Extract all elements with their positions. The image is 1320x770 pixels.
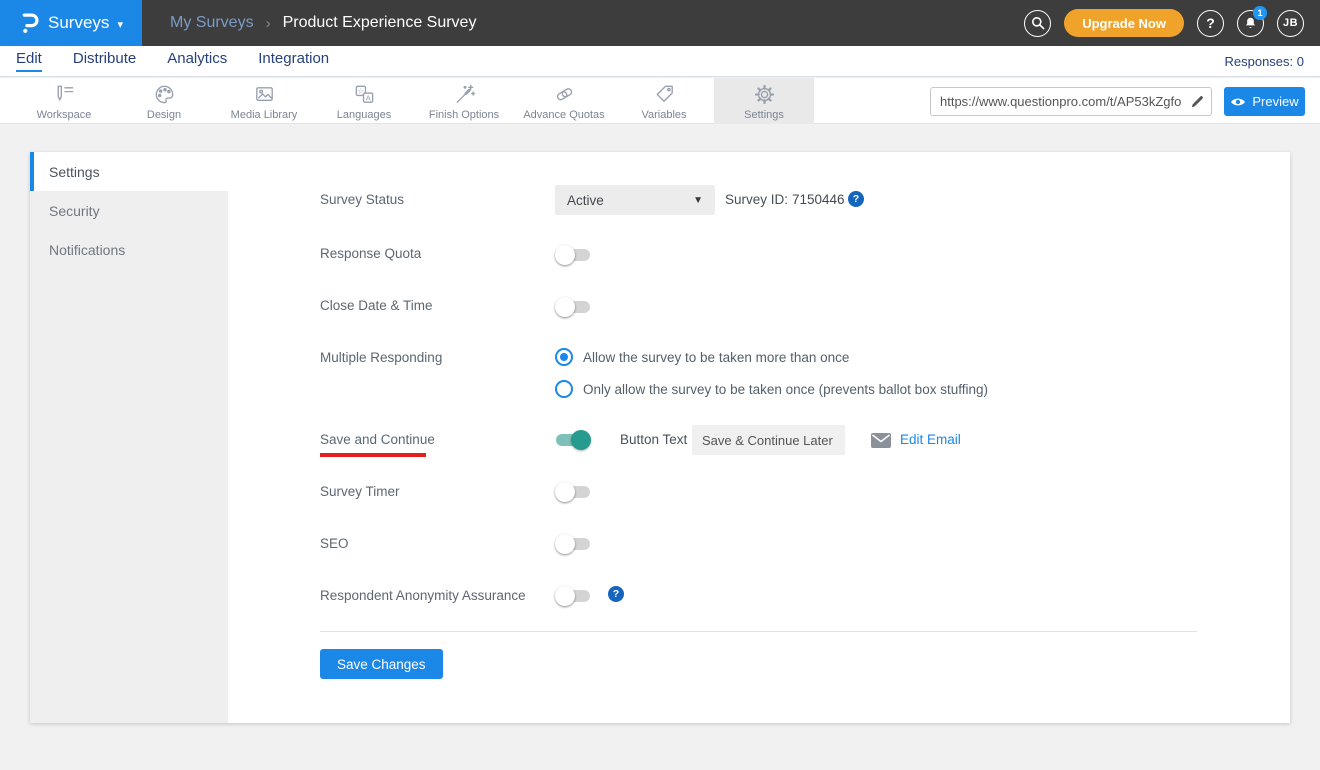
chevron-down-icon: ▼ — [693, 195, 703, 206]
survey-status-dropdown[interactable]: Active ▼ — [555, 185, 715, 215]
toolbar-items: Workspace Design — [14, 78, 814, 124]
button-text-label: Button Text — [620, 432, 687, 447]
user-avatar[interactable]: JB — [1277, 10, 1304, 37]
edit-toolbar: Workspace Design — [0, 78, 1320, 124]
save-continue-toggle[interactable] — [555, 430, 591, 450]
close-date-toggle[interactable] — [555, 297, 591, 317]
anonymity-help-icon[interactable]: ? — [608, 586, 624, 602]
help-button[interactable]: ? — [1197, 10, 1224, 37]
settings-gear-icon — [752, 82, 777, 107]
response-quota-toggle[interactable] — [555, 245, 591, 265]
workspace-icon — [52, 82, 77, 107]
product-switcher[interactable]: Surveys ▾ — [0, 0, 142, 46]
main-nav: Edit Distribute Analytics Integration Re… — [0, 46, 1320, 77]
email-envelope-icon — [871, 433, 891, 453]
toolbar-item-advance-quotas[interactable]: Advance Quotas — [514, 78, 614, 124]
breadcrumb: My Surveys › Product Experience Survey — [170, 14, 476, 32]
variables-tag-icon — [652, 82, 677, 107]
advance-quotas-chain-icon — [552, 82, 577, 107]
response-quota-label: Response Quota — [320, 246, 421, 261]
tab-integration[interactable]: Integration — [258, 50, 329, 72]
toolbar-item-languages[interactable]: ☆ A Languages — [314, 78, 414, 124]
design-palette-icon — [152, 82, 177, 107]
survey-id-help-icon[interactable]: ? — [848, 191, 864, 207]
anonymity-toggle[interactable] — [555, 586, 591, 606]
finish-options-wand-icon — [452, 82, 477, 107]
survey-timer-toggle[interactable] — [555, 482, 591, 502]
breadcrumb-separator: › — [266, 15, 271, 32]
notification-badge: 1 — [1253, 6, 1267, 20]
toolbar-item-media-library[interactable]: Media Library — [214, 78, 314, 124]
edit-email-link[interactable]: Edit Email — [900, 432, 961, 447]
toolbar-item-design[interactable]: Design — [114, 78, 214, 124]
radio-once-only[interactable] — [555, 380, 573, 398]
radio-once-only-label: Only allow the survey to be taken once (… — [583, 382, 988, 397]
breadcrumb-my-surveys[interactable]: My Surveys — [170, 14, 254, 32]
svg-text:A: A — [365, 93, 371, 102]
questionpro-logo-icon — [19, 11, 40, 35]
settings-card: Settings Security Notifications Survey S… — [30, 152, 1290, 723]
search-button[interactable] — [1024, 10, 1051, 37]
survey-id-label: Survey ID: — [725, 192, 788, 207]
breadcrumb-survey-title: Product Experience Survey — [283, 14, 477, 32]
save-continue-label: Save and Continue — [320, 432, 435, 447]
tab-distribute[interactable]: Distribute — [73, 50, 136, 72]
button-text-input[interactable] — [692, 425, 845, 455]
upgrade-now-button[interactable]: Upgrade Now — [1064, 9, 1184, 37]
preview-button[interactable]: Preview — [1224, 87, 1305, 116]
radio-multiple-allowed-label: Allow the survey to be taken more than o… — [583, 350, 849, 365]
survey-status-label: Survey Status — [320, 192, 404, 207]
toolbar-item-finish-options[interactable]: Finish Options — [414, 78, 514, 124]
product-name: Surveys — [48, 13, 109, 33]
header-actions: Upgrade Now ? 1 JB — [1024, 9, 1320, 37]
media-library-icon — [252, 82, 277, 107]
save-continue-highlight-underline — [320, 453, 426, 457]
toolbar-item-variables[interactable]: Variables — [614, 78, 714, 124]
top-header: Surveys ▾ My Surveys › Product Experienc… — [0, 0, 1320, 46]
toolbar-item-settings[interactable]: Settings — [714, 78, 814, 124]
survey-id-value: 7150446 — [792, 192, 845, 207]
anonymity-label: Respondent Anonymity Assurance — [320, 588, 526, 603]
tab-analytics[interactable]: Analytics — [167, 50, 227, 72]
notifications-button[interactable]: 1 — [1237, 10, 1264, 37]
languages-icon: ☆ A — [352, 82, 377, 107]
settings-form: Survey Status Active ▼ Survey ID: 715044… — [30, 152, 1290, 723]
survey-url-box — [930, 87, 1212, 116]
seo-label: SEO — [320, 536, 349, 551]
search-icon — [1030, 15, 1046, 31]
save-changes-button[interactable]: Save Changes — [320, 649, 443, 679]
edit-url-pencil-icon[interactable] — [1190, 94, 1205, 109]
multiple-responding-label: Multiple Responding — [320, 350, 442, 365]
survey-url-input[interactable] — [940, 94, 1190, 109]
chevron-down-icon: ▾ — [117, 18, 123, 31]
tab-edit[interactable]: Edit — [16, 50, 42, 72]
survey-timer-label: Survey Timer — [320, 484, 400, 499]
seo-toggle[interactable] — [555, 534, 591, 554]
radio-multiple-allowed[interactable] — [555, 348, 573, 366]
eye-icon — [1230, 96, 1246, 108]
close-date-label: Close Date & Time — [320, 298, 433, 313]
form-divider — [320, 631, 1197, 632]
question-mark-icon: ? — [1206, 15, 1215, 31]
toolbar-item-workspace[interactable]: Workspace — [14, 78, 114, 124]
responses-count: Responses: 0 — [1225, 54, 1305, 69]
